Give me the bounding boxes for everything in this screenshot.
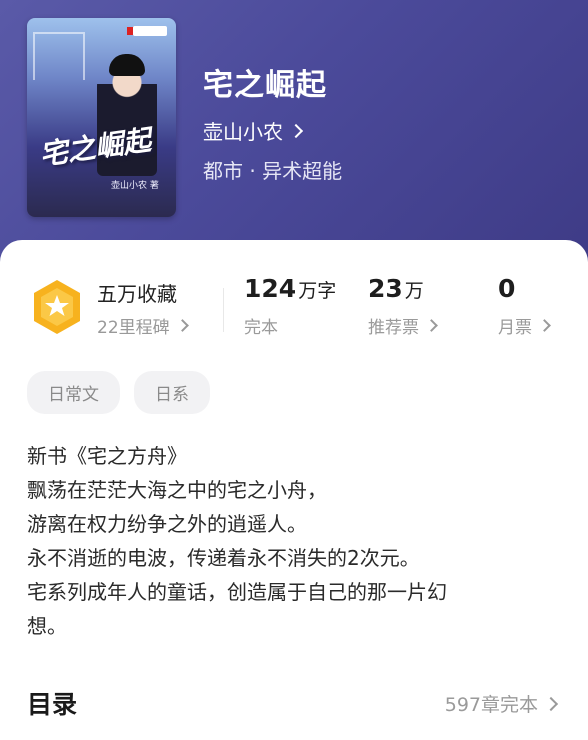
monthly-ticket-stat[interactable]: 0 月票 — [498, 274, 551, 338]
cover-character-hair — [109, 54, 145, 76]
book-description[interactable]: 新书《宅之方舟》 飘荡在茫茫大海之中的宅之小舟， 游离在权力纷争之外的逍遥人。 … — [27, 439, 567, 643]
chapter-count: 597章完本 — [444, 694, 538, 716]
description-line: 游离在权力纷争之外的逍遥人。 — [27, 512, 307, 536]
recommend-ticket-link[interactable]: 推荐票 — [368, 313, 438, 338]
description-line: 新书《宅之方舟》 — [27, 444, 187, 468]
word-count-unit: 万字 — [298, 280, 337, 302]
publisher-logo — [127, 26, 167, 36]
book-title: 宅之崛起 — [203, 68, 327, 103]
description-line: 宅系列成年人的童话，创造属于自己的那一片幻 — [27, 580, 447, 604]
recommend-ticket-unit: 万 — [404, 280, 424, 302]
tag-chip[interactable]: 日系 — [134, 371, 210, 414]
milestone-link[interactable]: 22里程碑 — [97, 313, 189, 338]
book-genre: 都市 · 异术超能 — [203, 159, 343, 183]
star-badge-icon — [34, 280, 80, 334]
book-info-card: 五万收藏 22里程碑 124 万字 完本 23 万 推荐票 0 月票 日常文 日系 — [0, 240, 588, 740]
word-count-stat: 124 万字 完本 — [244, 274, 336, 338]
recommend-ticket-value: 23 — [368, 274, 403, 303]
description-line: 飘荡在茫茫大海之中的宅之小舟， — [27, 478, 327, 502]
chevron-right-icon — [175, 319, 189, 332]
cover-building-illustration — [33, 32, 85, 80]
tag-list: 日常文 日系 — [27, 371, 210, 414]
book-cover[interactable]: 宅之崛起 壶山小农 著 — [27, 18, 176, 217]
toc-link[interactable]: 597章完本 — [444, 690, 559, 717]
stats-divider — [223, 288, 224, 332]
chevron-right-icon — [425, 319, 438, 332]
author-name: 壶山小农 — [203, 120, 283, 144]
chevron-right-icon — [288, 123, 304, 138]
milestone-label: 22里程碑 — [97, 318, 170, 338]
chevron-right-icon — [543, 696, 559, 711]
author-link[interactable]: 壶山小农 — [203, 116, 304, 145]
description-line: 永不消逝的电波，传递着永不消失的2次元。 — [27, 546, 420, 570]
monthly-ticket-label: 月票 — [498, 318, 532, 338]
recommend-ticket-label: 推荐票 — [368, 318, 419, 338]
cover-author-text: 壶山小农 著 — [111, 181, 159, 191]
toc-title: 目录 — [27, 690, 78, 719]
monthly-ticket-link[interactable]: 月票 — [498, 313, 551, 338]
description-line: 想。 — [27, 614, 67, 638]
monthly-ticket-value: 0 — [498, 274, 516, 303]
tag-chip[interactable]: 日常文 — [27, 371, 120, 414]
recommend-ticket-stat[interactable]: 23 万 推荐票 — [368, 274, 438, 338]
completion-status: 完本 — [244, 318, 278, 338]
collection-title: 五万收藏 — [97, 282, 177, 306]
word-count-value: 124 — [244, 274, 297, 303]
book-header: 宅之崛起 壶山小农 著 宅之崛起 壶山小农 都市 · 异术超能 — [0, 0, 588, 270]
chevron-right-icon — [538, 319, 551, 332]
